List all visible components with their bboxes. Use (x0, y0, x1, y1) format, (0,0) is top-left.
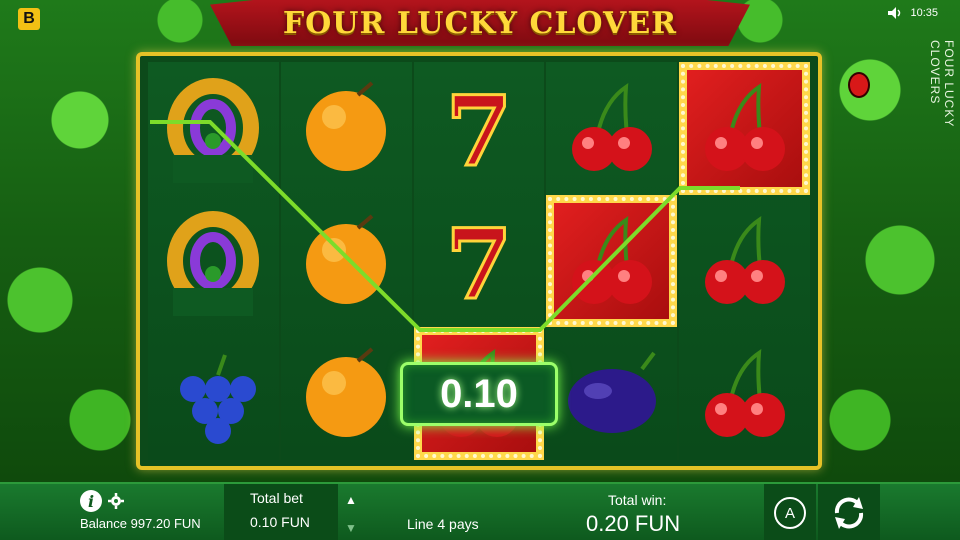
cherry-symbol (679, 62, 810, 195)
seven-symbol: 7 (414, 195, 545, 328)
gear-icon[interactable] (108, 493, 124, 509)
reel-2 (280, 62, 412, 460)
game-title: FOUR LUCKY CLOVER (282, 5, 678, 41)
spin-button[interactable] (818, 484, 880, 540)
horseshoe-symbol (148, 62, 279, 195)
info-icon[interactable]: i (80, 490, 102, 512)
total-win-label: Total win: (608, 492, 667, 508)
total-bet-label: Total bet (250, 490, 303, 506)
arrow-up-icon[interactable]: ▲ (340, 490, 362, 510)
reel-5 (679, 62, 810, 460)
speaker-icon[interactable] (888, 7, 902, 19)
spin-icon (834, 497, 864, 529)
reel-1 (148, 62, 279, 460)
game-stage: B FOUR LUCKY CLOVER 10:35 FOUR LUCKY CLO… (0, 0, 960, 482)
bet-panel: Total bet 0.10 FUN (224, 484, 338, 540)
cherry-symbol (546, 194, 678, 328)
arrow-down-icon[interactable]: ▼ (340, 518, 362, 538)
autoplay-button[interactable]: A (764, 484, 816, 540)
orange-symbol (281, 327, 412, 460)
plum-symbol (546, 327, 677, 460)
seven-symbol: 7 (414, 62, 545, 195)
clock: 10:35 (910, 7, 938, 19)
brand-logo: B (18, 8, 40, 30)
win-amount: 0.10 (400, 362, 558, 426)
bottom-bar: i Balance 997.20 FUN Total bet 0.10 FUN … (0, 482, 960, 540)
side-title: FOUR LUCKY CLOVERS (928, 40, 956, 128)
horseshoe-symbol (148, 195, 279, 328)
autoplay-icon: A (774, 497, 806, 529)
total-bet-value: 0.10 FUN (250, 514, 310, 530)
orange-symbol (281, 62, 412, 195)
ladybug-decoration (848, 72, 870, 98)
svg-text:7: 7 (446, 75, 513, 183)
svg-text:7: 7 (446, 208, 513, 316)
cherry-symbol (679, 327, 810, 460)
total-win-value: 0.20 FUN (586, 511, 681, 536)
line-pays: Line 4 pays (407, 516, 479, 532)
reel-4 (546, 62, 678, 460)
cherry-symbol (679, 195, 810, 328)
grapes-symbol (148, 327, 279, 460)
orange-symbol (281, 195, 412, 328)
title-banner: FOUR LUCKY CLOVER (210, 0, 750, 46)
status-area: 10:35 (888, 7, 938, 19)
balance: Balance 997.20 FUN (80, 516, 201, 531)
cherry-symbol (546, 62, 677, 195)
